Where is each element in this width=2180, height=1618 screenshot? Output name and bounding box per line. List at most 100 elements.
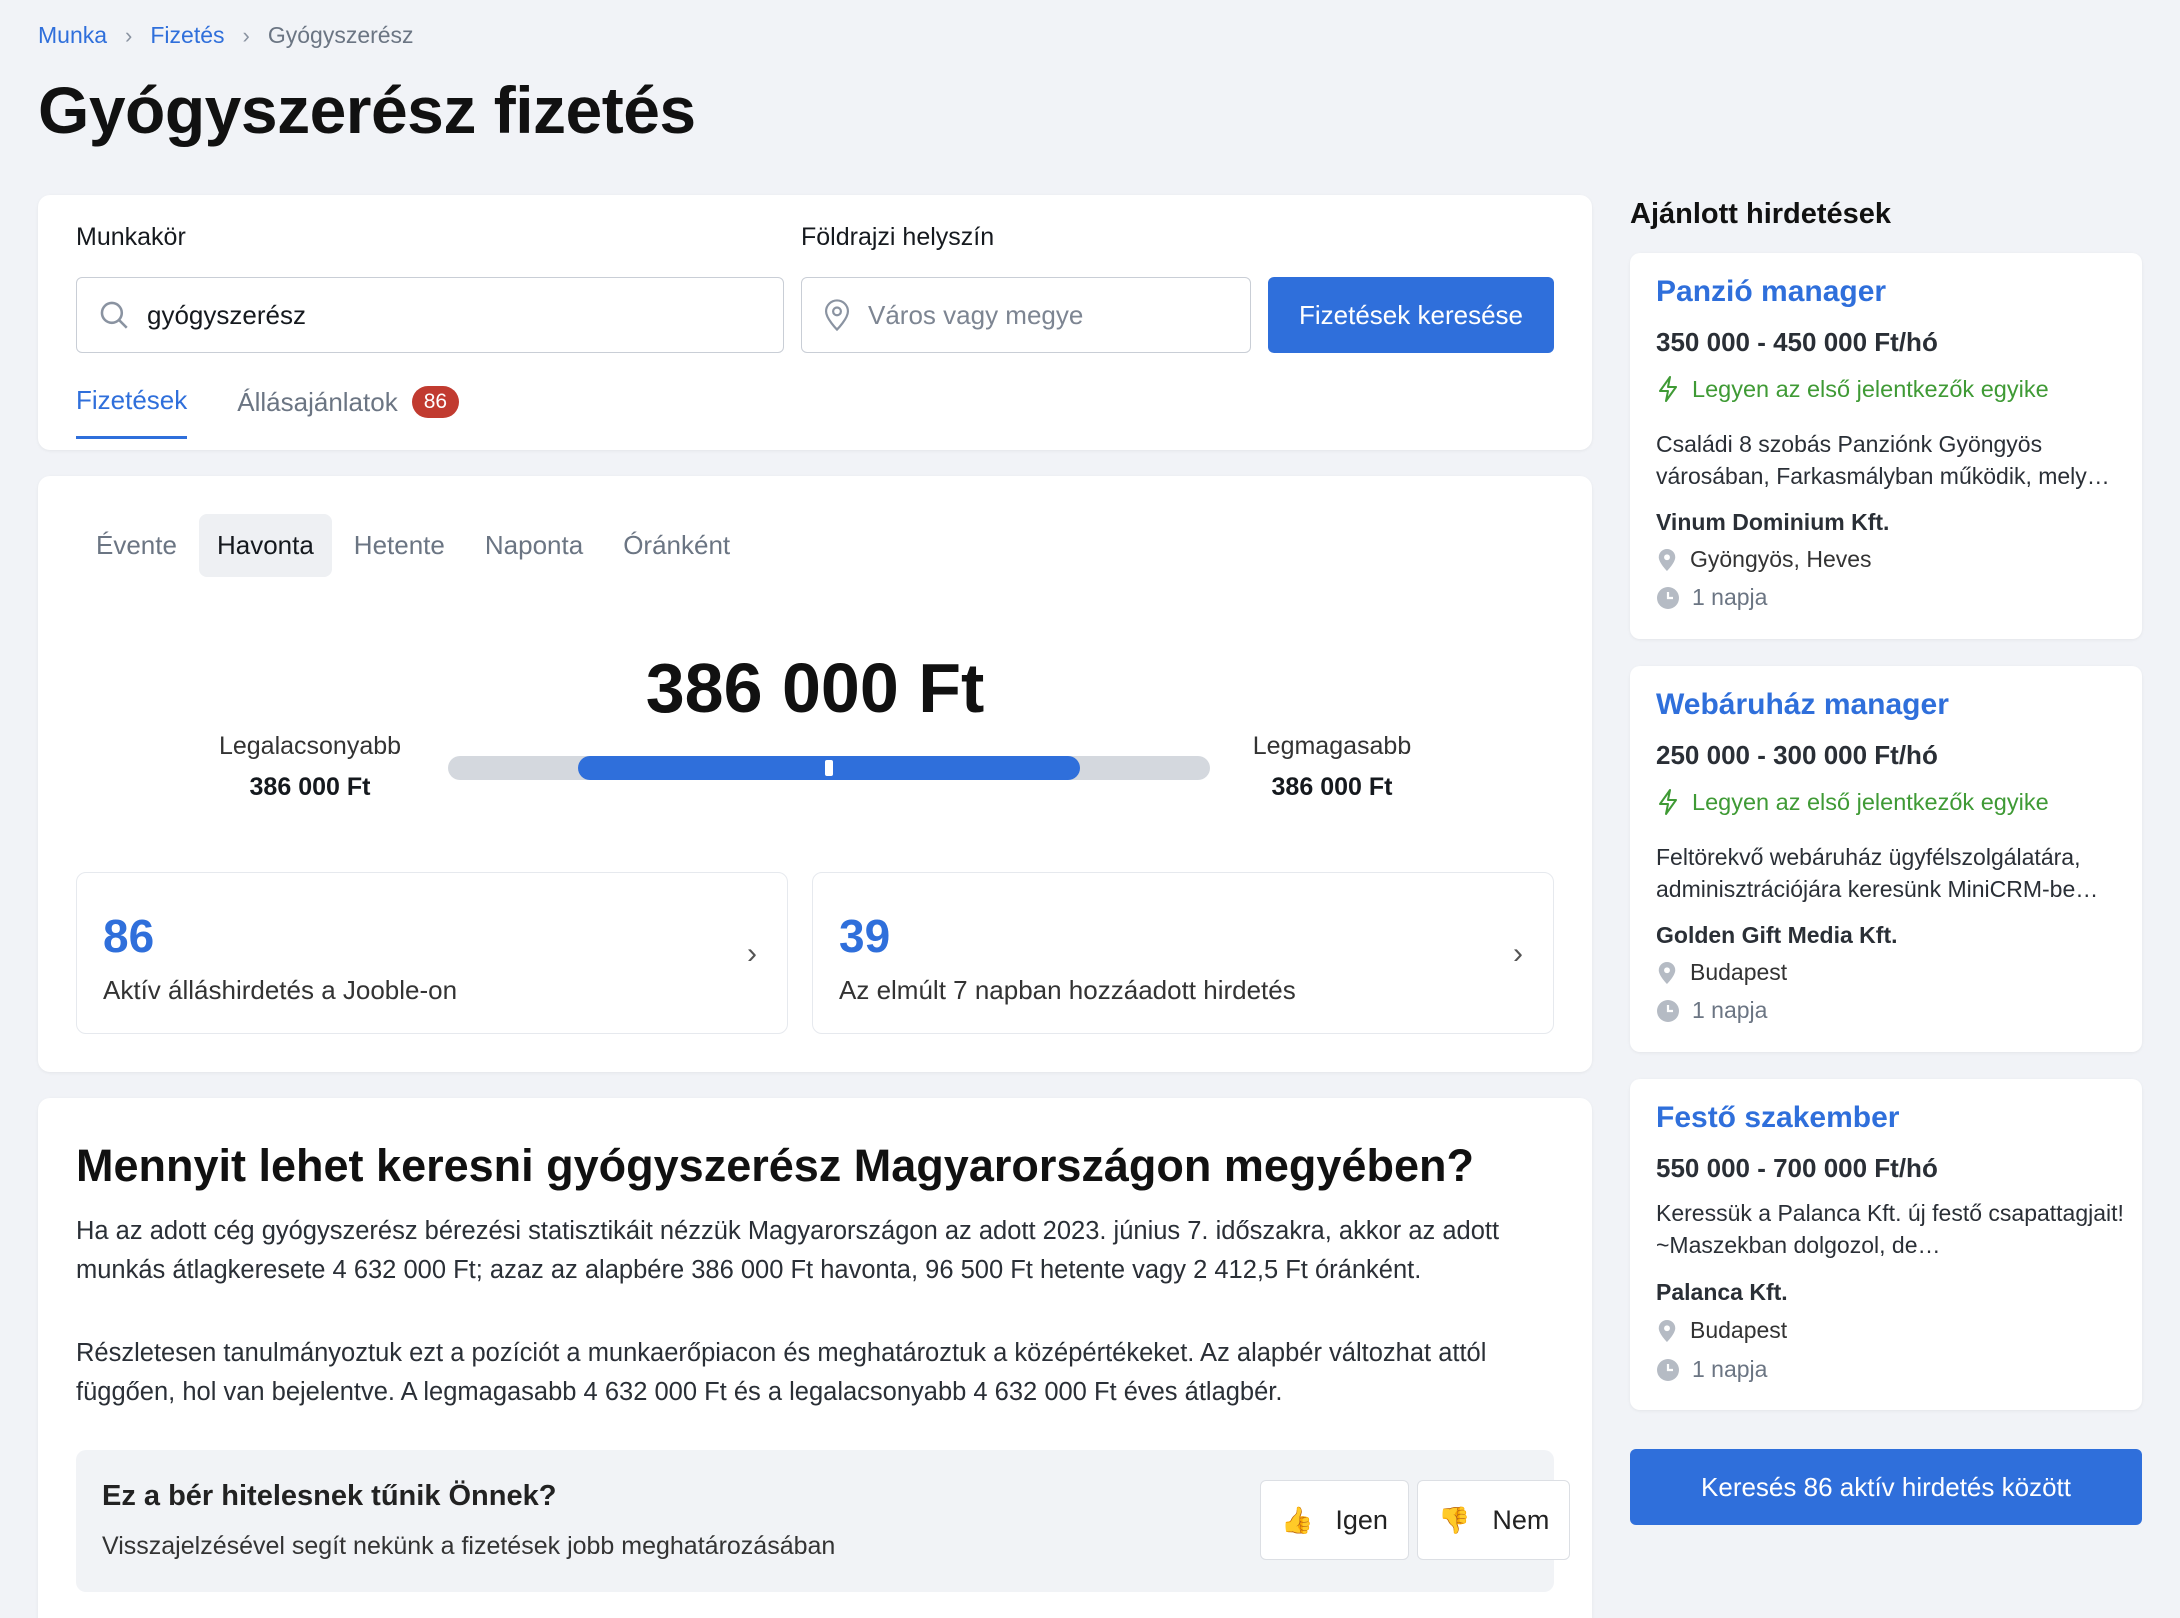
location-placeholder: Város vagy megye <box>868 299 1084 330</box>
period-selector: Évente Havonta Hetente Naponta Óránként <box>78 514 752 577</box>
first-applicant-note: Legyen az első jelentkezők egyike <box>1656 375 2049 403</box>
job-age: 1 napja <box>1656 997 1767 1024</box>
feedback-yes-label: Igen <box>1335 1504 1388 1535</box>
feedback-no-button[interactable]: 👎 Nem <box>1417 1480 1571 1560</box>
recent-jobs-stat[interactable]: 39 Az elmúlt 7 napban hozzáadott hirdeté… <box>812 872 1554 1034</box>
feedback-subtitle: Visszajelzésével segít nekünk a fizetése… <box>102 1532 836 1560</box>
thumbs-down-icon: 👎 <box>1438 1504 1471 1535</box>
job-age: 1 napja <box>1656 1356 1767 1383</box>
location-pin-icon <box>1658 548 1676 571</box>
job-search-value: gyógyszerész <box>147 299 306 330</box>
search-all-jobs-button[interactable]: Keresés 86 aktív hirdetés között <box>1630 1449 2142 1525</box>
job-title[interactable]: Webáruház manager <box>1656 688 1949 722</box>
period-daily[interactable]: Naponta <box>467 514 601 577</box>
article-paragraph: Ha az adott cég gyógyszerész bérezési st… <box>76 1217 1500 1284</box>
job-title[interactable]: Festő szakember <box>1656 1101 1899 1135</box>
salary-high-label: Legmagasabb <box>1252 732 1412 760</box>
breadcrumb-link-munka[interactable]: Munka <box>38 22 107 49</box>
feedback-box: Ez a bér hitelesnek tűnik Önnek? Visszaj… <box>76 1450 1571 1592</box>
clock-icon <box>1657 1358 1679 1381</box>
job-age-text: 1 napja <box>1692 997 1768 1023</box>
period-hourly[interactable]: Óránként <box>605 514 748 577</box>
chevron-right-icon: › <box>1513 937 1523 970</box>
salary-range-bar <box>448 756 1210 780</box>
job-location-text: Gyöngyös, Heves <box>1690 546 1872 572</box>
job-company: Vinum Dominium Kft. <box>1656 509 1890 535</box>
salary-high: Legmagasabb 386 000 Ft <box>1207 732 1457 802</box>
chevron-right-icon: › <box>747 937 757 970</box>
first-applicant-text: Legyen az első jelentkezők egyike <box>1692 375 2049 402</box>
article-paragraph: Részletesen tanulmányoztuk ezt a pozíció… <box>76 1339 1487 1406</box>
period-weekly[interactable]: Hetente <box>336 514 463 577</box>
breadcrumb: Munka › Fizetés › Gyógyszerész <box>38 22 414 49</box>
salary-high-value: 386 000 Ft <box>1271 773 1393 801</box>
job-age-text: 1 napja <box>1692 584 1768 610</box>
feedback-title: Ez a bér hitelesnek tűnik Önnek? <box>102 1480 557 1512</box>
salary-marker <box>825 760 833 776</box>
salary-value: 386 000 Ft <box>645 649 985 727</box>
job-search-input[interactable]: gyógyszerész <box>76 277 784 353</box>
sidebar-title: Ajánlott hirdetések <box>1630 198 1892 230</box>
search-icon <box>100 301 128 329</box>
tab-job-offers-label: Állásajánlatok <box>237 386 398 417</box>
job-location: Budapest <box>1656 1317 1787 1344</box>
job-card[interactable]: Festő szakember 550 000 - 700 000 Ft/hó … <box>1630 1079 2142 1410</box>
count-badge: 86 <box>411 386 460 418</box>
salary-low-label: Legalacsonyabb <box>218 732 402 760</box>
recent-jobs-text: Az elmúlt 7 napban hozzáadott hirdetés <box>839 975 1296 1005</box>
chevron-right-icon: › <box>242 22 250 48</box>
lightning-icon <box>1659 789 1677 815</box>
active-jobs-text: Aktív álláshirdetés a Jooble-on <box>103 975 458 1005</box>
location-pin-icon <box>1658 1319 1676 1342</box>
search-salaries-button[interactable]: Fizetések keresése <box>1268 277 1554 353</box>
location-field-label: Földrajzi helyszín <box>801 223 995 251</box>
job-salary: 550 000 - 700 000 Ft/hó <box>1656 1153 1938 1183</box>
clock-icon <box>1657 999 1679 1022</box>
location-pin-icon <box>1658 961 1676 984</box>
salary-low: Legalacsonyabb 386 000 Ft <box>185 732 435 802</box>
tab-job-offers[interactable]: Állásajánlatok 86 <box>237 386 460 438</box>
job-location: Gyöngyös, Heves <box>1656 546 1872 573</box>
article-title: Mennyit lehet keresni gyógyszerész Magya… <box>76 1140 1474 1191</box>
job-age-text: 1 napja <box>1692 1356 1768 1382</box>
job-location-text: Budapest <box>1690 959 1788 985</box>
clock-icon <box>1657 586 1679 609</box>
job-title[interactable]: Panzió manager <box>1656 275 1886 309</box>
active-jobs-stat[interactable]: 86 Aktív álláshirdetés a Jooble-on › <box>76 872 788 1034</box>
job-card[interactable]: Webáruház manager 250 000 - 300 000 Ft/h… <box>1630 666 2142 1052</box>
tab-salaries[interactable]: Fizetések <box>76 385 188 439</box>
first-applicant-note: Legyen az első jelentkezők egyike <box>1656 788 2049 816</box>
job-age: 1 napja <box>1656 584 1767 611</box>
chevron-right-icon: › <box>125 22 133 48</box>
job-description: Keressük a Palanca Kft. új festő csapatt… <box>1656 1200 2124 1258</box>
location-input[interactable]: Város vagy megye <box>801 277 1251 353</box>
lightning-icon <box>1659 376 1677 402</box>
feedback-yes-button[interactable]: 👍 Igen <box>1260 1480 1409 1560</box>
active-jobs-count: 86 <box>103 910 155 962</box>
breadcrumb-link-fizetes[interactable]: Fizetés <box>150 22 224 49</box>
period-yearly[interactable]: Évente <box>78 514 195 577</box>
job-location: Budapest <box>1656 959 1787 986</box>
search-card: Munkakör Földrajzi helyszín gyógyszerész… <box>38 195 1592 450</box>
salary-low-value: 386 000 Ft <box>249 773 371 801</box>
job-description: Feltörekvő webáruház ügyfélszolgálatára,… <box>1656 844 2099 902</box>
job-company: Palanca Kft. <box>1656 1279 1788 1305</box>
tabs: Fizetések Állásajánlatok 86 <box>76 385 509 439</box>
period-monthly[interactable]: Havonta <box>198 514 332 577</box>
thumbs-up-icon: 👍 <box>1281 1504 1314 1535</box>
job-salary: 250 000 - 300 000 Ft/hó <box>1656 740 1938 770</box>
location-pin-icon <box>824 299 850 332</box>
job-description: Családi 8 szobás Panziónk Gyöngyös város… <box>1656 431 2110 489</box>
job-card[interactable]: Panzió manager 350 000 - 450 000 Ft/hó L… <box>1630 253 2142 639</box>
first-applicant-text: Legyen az első jelentkezők egyike <box>1692 788 2049 815</box>
job-salary: 350 000 - 450 000 Ft/hó <box>1656 327 1938 357</box>
recent-jobs-count: 39 <box>839 910 891 962</box>
page-title: Gyógyszerész fizetés <box>38 73 696 147</box>
feedback-no-label: Nem <box>1492 1504 1550 1535</box>
job-field-label: Munkakör <box>76 223 186 251</box>
salary-stats-card: Évente Havonta Hetente Naponta Óránként … <box>38 476 1592 1072</box>
article-card: Mennyit lehet keresni gyógyszerész Magya… <box>38 1098 1592 1618</box>
job-location-text: Budapest <box>1690 1317 1788 1343</box>
breadcrumb-current: Gyógyszerész <box>267 22 414 48</box>
job-company: Golden Gift Media Kft. <box>1656 922 1898 948</box>
